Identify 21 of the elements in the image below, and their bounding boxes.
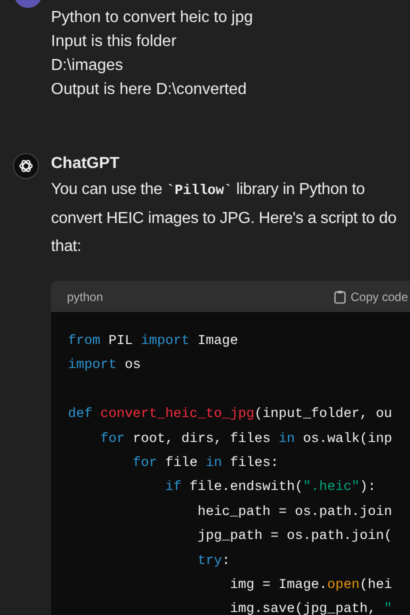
assistant-message: You can use the `Pillow` library in Python to convert HEIC images to JPG. Here's a script to do that: <box>51 180 398 257</box>
code-line: for root, dirs, files in os.walk(inp <box>99 430 392 449</box>
user-message-line: Input is this folder <box>51 32 176 52</box>
code-line: try: <box>196 552 230 571</box>
user-message-line: Python to convert heic to jpg <box>51 8 253 28</box>
user-message-line: D:\images <box>51 56 124 76</box>
code-line: img = Image.open(hei <box>229 576 392 595</box>
code-line: import os <box>68 357 141 376</box>
clipboard-icon <box>334 290 346 304</box>
code-line: for file in files: <box>132 454 279 473</box>
code-line: if file.endswith(".heic"): <box>164 479 376 498</box>
code-language: python <box>67 288 104 306</box>
code-line: img.save(jpg_path, " <box>229 601 392 615</box>
code-line: from PIL import Image <box>68 333 238 351</box>
assistant-name: ChatGPT <box>51 154 120 174</box>
user-message-line: Output is here D:\converted <box>51 80 247 100</box>
code-line: heic_path = os.path.join <box>196 504 392 522</box>
chatgpt-logo-icon <box>13 153 39 179</box>
code-line: jpg_path = os.path.join( <box>196 528 392 546</box>
code-line: def convert_heic_to_jpg(input_folder, ou <box>68 406 392 424</box>
copy-code-button[interactable]: Copy code <box>334 288 408 306</box>
